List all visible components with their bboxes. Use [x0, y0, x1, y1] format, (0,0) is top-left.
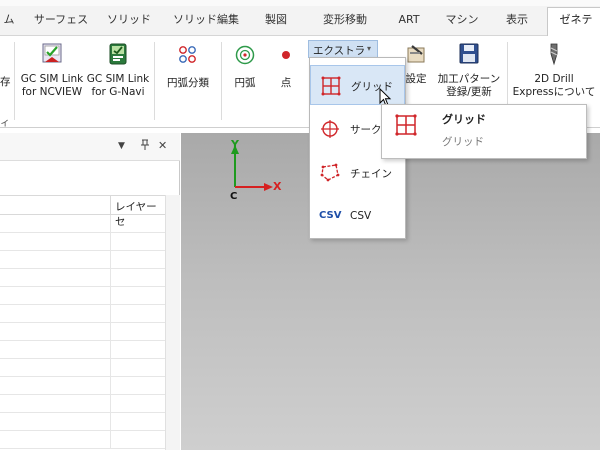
ribbon-tab-bar: ム サーフェス ソリッド ソリッド編集 製図 変形移動 ART マシン 表示 ゼ… — [0, 0, 600, 37]
menu-item-csv-label: CSV — [350, 210, 372, 222]
axis-y-label: Y — [231, 138, 239, 151]
tab-drafting[interactable]: 製図 — [256, 9, 296, 36]
panel-header: ▼ ✕ — [0, 133, 180, 161]
tab-machine[interactable]: マシン — [442, 9, 482, 36]
table-body — [0, 215, 165, 450]
vertical-scrollbar[interactable] — [165, 195, 180, 450]
layer-panel: ▼ ✕ レイヤーセ — [0, 133, 180, 450]
point-button[interactable]: 点 — [272, 44, 300, 90]
table-row[interactable] — [0, 323, 165, 341]
menu-item-circle-label: サーク — [350, 124, 382, 136]
tab-transform[interactable]: 変形移動 — [312, 9, 378, 36]
circle-icon — [320, 119, 340, 142]
drill-icon — [510, 42, 598, 70]
table-row[interactable] — [0, 413, 165, 431]
axis-x-label: X — [273, 180, 282, 193]
arc-icon — [228, 44, 262, 70]
table-row[interactable] — [0, 251, 165, 269]
ncview-icon — [20, 42, 84, 70]
table-row[interactable] — [0, 305, 165, 323]
arc-classify-button[interactable]: 円弧分類 — [160, 44, 216, 90]
extra-dropdown-label: エクストラ — [313, 45, 366, 57]
tooltip-title: グリッド — [442, 113, 486, 126]
grid-tooltip: グリッド グリッド — [381, 104, 587, 159]
menu-item-chain[interactable]: チェイン — [310, 153, 405, 193]
tab-home-partial[interactable]: ム — [0, 9, 18, 36]
close-icon[interactable]: ✕ — [158, 139, 167, 152]
gc-ncview-label-2: for NCVIEW — [21, 86, 83, 98]
tab-solid[interactable]: ソリッド — [104, 9, 154, 36]
table-row[interactable] — [0, 377, 165, 395]
gc-gnavi-label-2: for G-Navi — [91, 86, 145, 98]
pin-icon[interactable] — [140, 139, 150, 154]
extra-dropdown-button[interactable]: エクストラ ▾ — [308, 40, 378, 58]
table-header: レイヤーセ — [0, 195, 165, 228]
drill-express-label-2: Expressについて — [512, 86, 596, 98]
drill-express-label-1: 2D Drill — [534, 73, 574, 85]
grid-icon — [395, 114, 417, 139]
chevron-down-icon: ▾ — [367, 44, 372, 53]
panel-menu-icon[interactable]: ▼ — [118, 141, 125, 151]
axis-origin-label: C — [230, 191, 238, 202]
pattern-register-label-2: 登録/更新 — [446, 86, 492, 98]
ribbon-separator — [221, 42, 222, 120]
chain-icon — [320, 163, 340, 186]
pattern-register-label-1: 加工パターン — [437, 73, 501, 85]
tab-art[interactable]: ART — [392, 9, 426, 36]
tab-surface[interactable]: サーフェス — [30, 9, 92, 36]
drill-express-about-button[interactable]: 2D Drill Expressについて — [510, 42, 598, 99]
menu-item-csv[interactable]: CSV CSV — [310, 197, 405, 237]
point-icon — [272, 44, 300, 70]
arc-classify-icon — [160, 44, 216, 70]
tab-generator[interactable]: ゼネテ — [547, 7, 600, 37]
gc-sim-link-gnavi-button[interactable]: GC SIM Link for G-Navi — [86, 42, 150, 99]
menu-item-grid[interactable]: グリッド — [310, 65, 405, 107]
grid-icon — [321, 76, 341, 99]
save-button-partial[interactable]: 存 — [0, 76, 11, 89]
pattern-register-button[interactable]: 加工パターン 登録/更新 — [434, 42, 504, 99]
gc-ncview-label-1: GC SIM Link — [20, 73, 84, 85]
tab-solid-edit[interactable]: ソリッド編集 — [168, 9, 244, 36]
table-row[interactable] — [0, 431, 165, 449]
point-label: 点 — [280, 77, 292, 89]
table-row[interactable] — [0, 287, 165, 305]
table-row[interactable] — [0, 269, 165, 287]
arc-classify-label: 円弧分類 — [167, 77, 209, 89]
arc-label: 円弧 — [234, 77, 256, 89]
table-row[interactable] — [0, 233, 165, 251]
csv-icon: CSV — [319, 210, 342, 221]
gc-gnavi-label-1: GC SIM Link — [86, 73, 150, 85]
column-divider[interactable] — [110, 196, 111, 216]
table-row[interactable] — [0, 341, 165, 359]
tab-view[interactable]: 表示 — [497, 9, 537, 36]
gc-sim-link-ncview-button[interactable]: GC SIM Link for NCVIEW — [20, 42, 84, 99]
menu-item-chain-label: チェイン — [350, 168, 392, 180]
tooltip-description: グリッド — [442, 136, 484, 148]
ribbon-separator — [154, 42, 155, 120]
table-row[interactable] — [0, 395, 165, 413]
arc-button[interactable]: 円弧 — [228, 44, 262, 90]
ribbon-group-label: ィ — [0, 118, 10, 129]
table-row[interactable] — [0, 215, 165, 233]
floppy-save-icon — [434, 42, 504, 70]
table-row[interactable] — [0, 359, 165, 377]
ribbon-separator — [14, 42, 15, 120]
gnavi-icon — [86, 42, 150, 70]
